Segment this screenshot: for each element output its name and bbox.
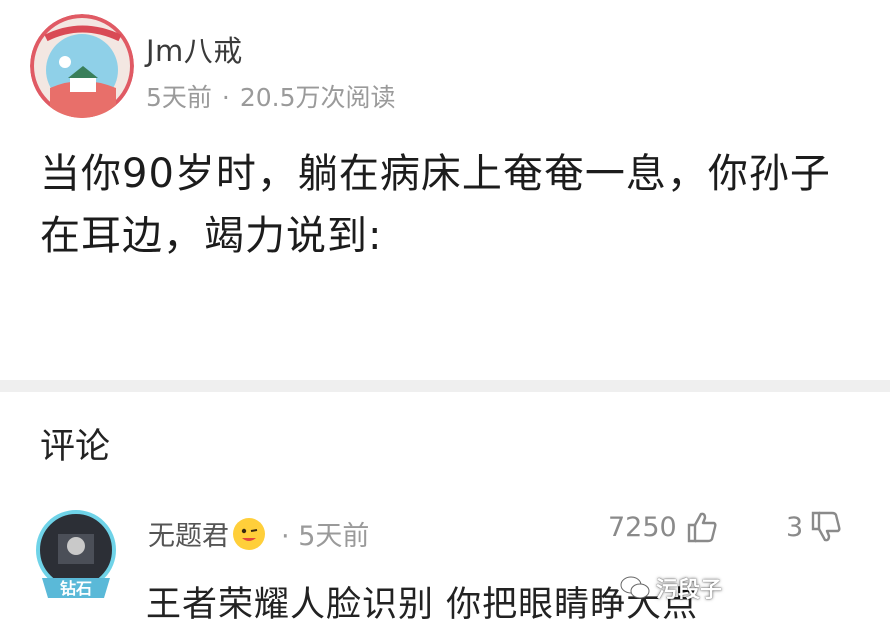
like-count: 7250 [608, 511, 677, 543]
badge-label: 钻石 [60, 579, 92, 598]
post-body: 当你90岁时，躺在病床上奄奄一息，你孙子在耳边，竭力说到: [40, 151, 831, 259]
watermark: 污段子 [620, 572, 722, 604]
comment-body: 王者荣耀人脸识别 你把眼睛睁大点 [146, 585, 699, 625]
watermark-text: 污段子 [656, 578, 723, 603]
like-button[interactable]: 7250 [608, 510, 719, 544]
post-views: 20.5万次阅读 [239, 83, 396, 112]
commenter-avatar[interactable]: 钻石 [28, 508, 124, 604]
section-divider [0, 380, 890, 392]
thumbs-down-icon [811, 511, 841, 542]
comment-time-wrap: · 5天前 [281, 514, 369, 553]
author-name[interactable]: Jm八戒 [146, 28, 243, 70]
post-meta: 5天前 · 20.5万次阅读 [146, 78, 396, 114]
dislike-button[interactable]: 3 [786, 510, 843, 544]
post-time: 5天前 [146, 83, 212, 112]
thumbs-up-icon [687, 512, 717, 543]
comment-separator: · [281, 521, 290, 552]
comment-header: 无题君 · 5天前 [148, 514, 369, 553]
author-avatar[interactable] [30, 14, 134, 118]
comments-heading: 评论 [40, 427, 111, 467]
wink-emoji-icon [233, 517, 265, 550]
meta-separator: · [221, 83, 230, 112]
author-avatar-image [30, 14, 134, 118]
commenter-avatar-image: 钻石 [36, 510, 116, 598]
wechat-icon [620, 576, 650, 599]
dislike-count: 3 [786, 511, 804, 543]
commenter-name[interactable]: 无题君 [148, 514, 229, 553]
comment-time: 5天前 [298, 521, 370, 552]
